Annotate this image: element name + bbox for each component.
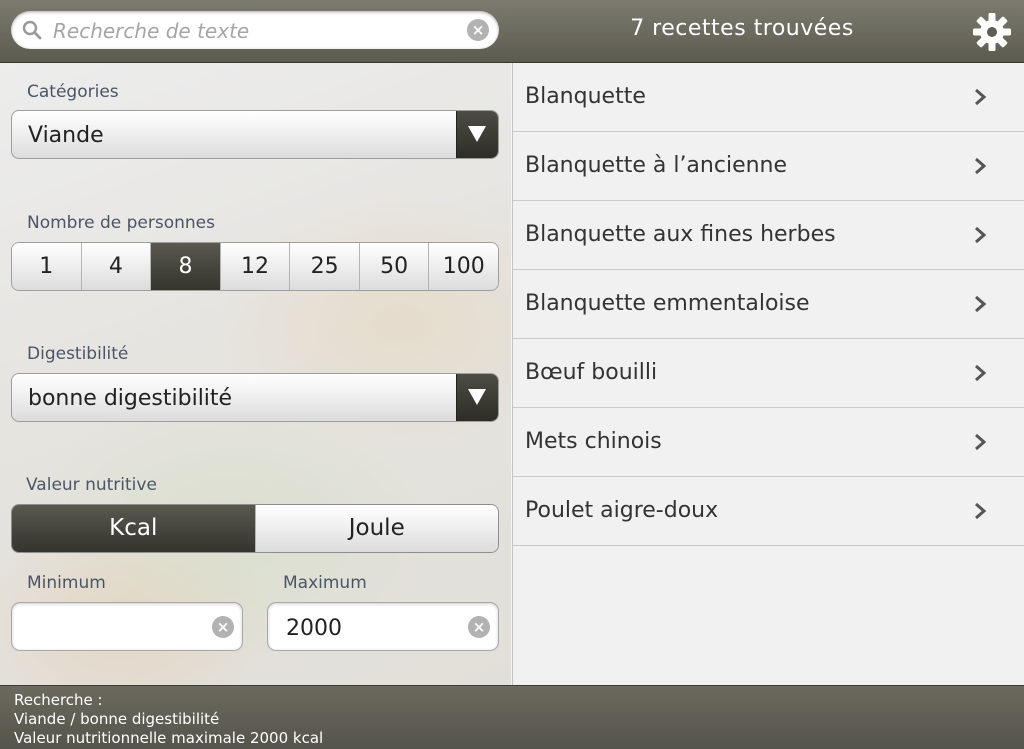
- filter-panel: Catégories Viande Nombre de personnes 1 …: [0, 63, 511, 685]
- chevron-right-icon: [975, 364, 987, 382]
- digestibility-value: bonne digestibilité: [28, 386, 233, 411]
- chevron-right-icon: [975, 295, 987, 313]
- recipe-list: Blanquette Blanquette à l’ancienne Blanq…: [512, 63, 1024, 685]
- unit-toggle: Kcal Joule: [11, 504, 499, 553]
- persons-label: Nombre de personnes: [27, 213, 215, 233]
- digestibility-label: Digestibilité: [27, 344, 129, 364]
- recipe-name: Blanquette aux fines herbes: [525, 222, 836, 247]
- list-item[interactable]: Blanquette aux fines herbes: [513, 201, 1024, 270]
- maximum-input[interactable]: [284, 613, 458, 643]
- category-dropdown[interactable]: Viande: [11, 110, 499, 159]
- top-bar: × 7 recettes trouvées: [0, 0, 1024, 63]
- digestibility-dropdown[interactable]: bonne digestibilité: [11, 373, 499, 422]
- recipe-name: Blanquette à l’ancienne: [525, 153, 788, 178]
- nutrition-label: Valeur nutritive: [26, 475, 157, 495]
- category-value: Viande: [28, 123, 104, 148]
- results-count-title: 7 recettes trouvées: [630, 16, 854, 41]
- list-item[interactable]: Bœuf bouilli: [513, 339, 1024, 408]
- summary-filters: Viande / bonne digestibilité: [14, 710, 220, 728]
- persons-segmented-control: 1 4 8 12 25 50 100: [11, 242, 499, 291]
- maximum-label: Maximum: [283, 573, 367, 593]
- list-item[interactable]: Poulet aigre-doux: [513, 477, 1024, 546]
- list-item[interactable]: Blanquette à l’ancienne: [513, 132, 1024, 201]
- minimum-input[interactable]: [28, 613, 202, 643]
- unit-kcal-option[interactable]: Kcal: [12, 505, 256, 552]
- minimum-clear-icon[interactable]: ×: [212, 616, 234, 638]
- search-clear-icon[interactable]: ×: [467, 19, 489, 41]
- chevron-right-icon: [975, 433, 987, 451]
- search-icon: [22, 20, 42, 40]
- chevron-right-icon: [975, 226, 987, 244]
- maximum-field[interactable]: ×: [267, 602, 499, 651]
- chevron-down-icon[interactable]: [456, 111, 498, 158]
- chevron-right-icon: [975, 502, 987, 520]
- recipe-name: Bœuf bouilli: [525, 360, 658, 385]
- maximum-clear-icon[interactable]: ×: [468, 616, 490, 638]
- summary-heading: Recherche :: [14, 691, 103, 709]
- search-box[interactable]: ×: [11, 11, 499, 49]
- recipe-name: Mets chinois: [525, 429, 662, 454]
- unit-joule-option[interactable]: Joule: [255, 505, 498, 552]
- persons-option-selected[interactable]: 8: [151, 243, 221, 290]
- chevron-right-icon: [975, 88, 987, 106]
- list-item[interactable]: Blanquette emmentaloise: [513, 270, 1024, 339]
- recipe-name: Poulet aigre-doux: [525, 498, 719, 523]
- chevron-right-icon: [975, 157, 987, 175]
- persons-option[interactable]: 12: [220, 243, 291, 290]
- persons-option[interactable]: 100: [429, 243, 498, 290]
- persons-option[interactable]: 50: [359, 243, 430, 290]
- recipe-name: Blanquette: [525, 84, 646, 109]
- persons-option[interactable]: 25: [290, 243, 360, 290]
- gear-icon[interactable]: [970, 10, 1014, 54]
- chevron-down-icon[interactable]: [456, 374, 498, 421]
- recipe-name: Blanquette emmentaloise: [525, 291, 810, 316]
- list-item[interactable]: Blanquette: [513, 63, 1024, 132]
- summary-nutrition: Valeur nutritionnelle maximale 2000 kcal: [14, 729, 324, 747]
- list-item[interactable]: Mets chinois: [513, 408, 1024, 477]
- minimum-field[interactable]: ×: [11, 602, 243, 651]
- persons-option[interactable]: 1: [12, 243, 82, 290]
- category-label: Catégories: [27, 82, 119, 102]
- persons-option[interactable]: 4: [81, 243, 152, 290]
- search-summary-footer: Recherche : Viande / bonne digestibilité…: [0, 685, 1024, 749]
- minimum-label: Minimum: [27, 573, 106, 593]
- search-input[interactable]: [51, 15, 465, 47]
